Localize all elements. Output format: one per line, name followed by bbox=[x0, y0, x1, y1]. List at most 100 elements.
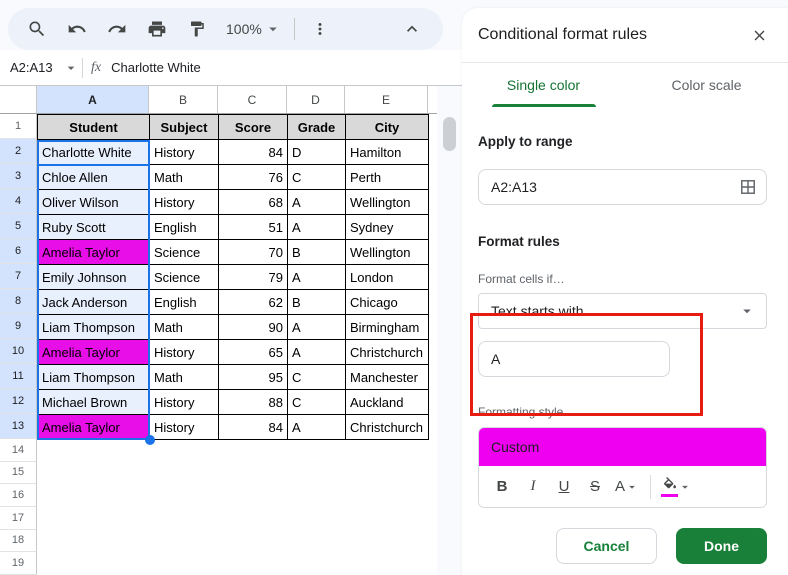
row-header-13[interactable]: 13 bbox=[0, 414, 37, 439]
cell-D12[interactable]: C bbox=[288, 390, 346, 415]
cell-D6[interactable]: B bbox=[288, 240, 346, 265]
row-header-17[interactable]: 17 bbox=[0, 507, 37, 530]
cell-E8[interactable]: Chicago bbox=[346, 290, 429, 315]
cell-A2[interactable]: Charlotte White bbox=[38, 140, 150, 165]
column-header-A[interactable]: A bbox=[37, 86, 149, 113]
range-input[interactable]: A2:A13 bbox=[478, 169, 767, 205]
underline-button[interactable]: U bbox=[553, 474, 575, 500]
print-icon[interactable] bbox=[144, 16, 170, 42]
row-header-2[interactable]: 2 bbox=[0, 139, 37, 164]
cell-D4[interactable]: A bbox=[288, 190, 346, 215]
cell-C7[interactable]: 79 bbox=[219, 265, 288, 290]
cell-E11[interactable]: Manchester bbox=[346, 365, 429, 390]
row-header-12[interactable]: 12 bbox=[0, 389, 37, 414]
cell-A8[interactable]: Jack Anderson bbox=[38, 290, 150, 315]
cell-C12[interactable]: 88 bbox=[219, 390, 288, 415]
fill-color-button[interactable] bbox=[661, 477, 692, 497]
cell-B3[interactable]: Math bbox=[150, 165, 219, 190]
cell-B8[interactable]: English bbox=[150, 290, 219, 315]
cell-C2[interactable]: 84 bbox=[219, 140, 288, 165]
row-header-15[interactable]: 15 bbox=[0, 462, 37, 485]
header-cell-grade[interactable]: Grade bbox=[288, 115, 346, 140]
condition-text-input[interactable]: A bbox=[478, 341, 670, 377]
condition-dropdown[interactable]: Text starts with bbox=[478, 293, 767, 329]
cell-A3[interactable]: Chloe Allen bbox=[38, 165, 150, 190]
cell-D13[interactable]: A bbox=[288, 415, 346, 440]
cell-E4[interactable]: Wellington bbox=[346, 190, 429, 215]
column-header-D[interactable]: D bbox=[287, 86, 345, 113]
cell-D10[interactable]: A bbox=[288, 340, 346, 365]
header-cell-student[interactable]: Student bbox=[38, 115, 150, 140]
cell-A11[interactable]: Liam Thompson bbox=[38, 365, 150, 390]
strikethrough-button[interactable]: S bbox=[584, 474, 606, 500]
header-cell-score[interactable]: Score bbox=[219, 115, 288, 140]
cell-A5[interactable]: Ruby Scott bbox=[38, 215, 150, 240]
cell-E6[interactable]: Wellington bbox=[346, 240, 429, 265]
cell-B7[interactable]: Science bbox=[150, 265, 219, 290]
zoom-control[interactable]: 100% bbox=[226, 20, 282, 38]
vertical-scrollbar-thumb[interactable] bbox=[443, 117, 456, 151]
header-cell-city[interactable]: City bbox=[346, 115, 429, 140]
row-header-4[interactable]: 4 bbox=[0, 189, 37, 214]
cell-D5[interactable]: A bbox=[288, 215, 346, 240]
cell-B10[interactable]: History bbox=[150, 340, 219, 365]
tab-color-scale[interactable]: Color scale bbox=[625, 63, 788, 107]
cell-B5[interactable]: English bbox=[150, 215, 219, 240]
cell-E13[interactable]: Christchurch bbox=[346, 415, 429, 440]
row-header-6[interactable]: 6 bbox=[0, 239, 37, 264]
selection-handle[interactable] bbox=[145, 435, 155, 445]
cell-C9[interactable]: 90 bbox=[219, 315, 288, 340]
column-header-E[interactable]: E bbox=[345, 86, 428, 113]
cell-A4[interactable]: Oliver Wilson bbox=[38, 190, 150, 215]
bold-button[interactable]: B bbox=[491, 474, 513, 500]
cell-B13[interactable]: History bbox=[150, 415, 219, 440]
cancel-button[interactable]: Cancel bbox=[556, 528, 657, 564]
cell-D7[interactable]: A bbox=[288, 265, 346, 290]
row-header-16[interactable]: 16 bbox=[0, 484, 37, 507]
cell-B2[interactable]: History bbox=[150, 140, 219, 165]
cell-E5[interactable]: Sydney bbox=[346, 215, 429, 240]
row-header-7[interactable]: 7 bbox=[0, 264, 37, 289]
italic-button[interactable]: I bbox=[522, 474, 544, 500]
cell-D3[interactable]: C bbox=[288, 165, 346, 190]
select-data-range-icon[interactable] bbox=[740, 179, 756, 195]
cell-C6[interactable]: 70 bbox=[219, 240, 288, 265]
undo-icon[interactable] bbox=[64, 16, 90, 42]
cell-D11[interactable]: C bbox=[288, 365, 346, 390]
column-header-C[interactable]: C bbox=[218, 86, 287, 113]
cell-A12[interactable]: Michael Brown bbox=[38, 390, 150, 415]
search-icon[interactable] bbox=[24, 16, 50, 42]
tab-single-color[interactable]: Single color bbox=[462, 63, 625, 107]
text-color-button[interactable]: A bbox=[615, 478, 639, 495]
done-button[interactable]: Done bbox=[676, 528, 767, 564]
cell-B12[interactable]: History bbox=[150, 390, 219, 415]
column-header-B[interactable]: B bbox=[149, 86, 218, 113]
cell-C4[interactable]: 68 bbox=[219, 190, 288, 215]
cell-A6[interactable]: Amelia Taylor bbox=[38, 240, 150, 265]
cell-D9[interactable]: A bbox=[288, 315, 346, 340]
cell-B4[interactable]: History bbox=[150, 190, 219, 215]
cell-E9[interactable]: Birmingham bbox=[346, 315, 429, 340]
row-header-3[interactable]: 3 bbox=[0, 164, 37, 189]
close-icon[interactable] bbox=[746, 22, 772, 48]
row-header-18[interactable]: 18 bbox=[0, 530, 37, 553]
row-header-9[interactable]: 9 bbox=[0, 314, 37, 339]
select-all-corner[interactable] bbox=[0, 86, 37, 113]
cell-A9[interactable]: Liam Thompson bbox=[38, 315, 150, 340]
cell-B11[interactable]: Math bbox=[150, 365, 219, 390]
cell-E10[interactable]: Christchurch bbox=[346, 340, 429, 365]
cell-D8[interactable]: B bbox=[288, 290, 346, 315]
cell-E3[interactable]: Perth bbox=[346, 165, 429, 190]
cell-C5[interactable]: 51 bbox=[219, 215, 288, 240]
header-cell-subject[interactable]: Subject bbox=[150, 115, 219, 140]
name-box[interactable]: A2:A13 bbox=[0, 60, 80, 76]
cell-A7[interactable]: Emily Johnson bbox=[38, 265, 150, 290]
redo-icon[interactable] bbox=[104, 16, 130, 42]
row-header-8[interactable]: 8 bbox=[0, 289, 37, 314]
paint-format-icon[interactable] bbox=[184, 16, 210, 42]
cell-C8[interactable]: 62 bbox=[219, 290, 288, 315]
cell-E2[interactable]: Hamilton bbox=[346, 140, 429, 165]
formula-input[interactable]: Charlotte White bbox=[111, 60, 201, 75]
cell-A10[interactable]: Amelia Taylor bbox=[38, 340, 150, 365]
cell-C3[interactable]: 76 bbox=[219, 165, 288, 190]
